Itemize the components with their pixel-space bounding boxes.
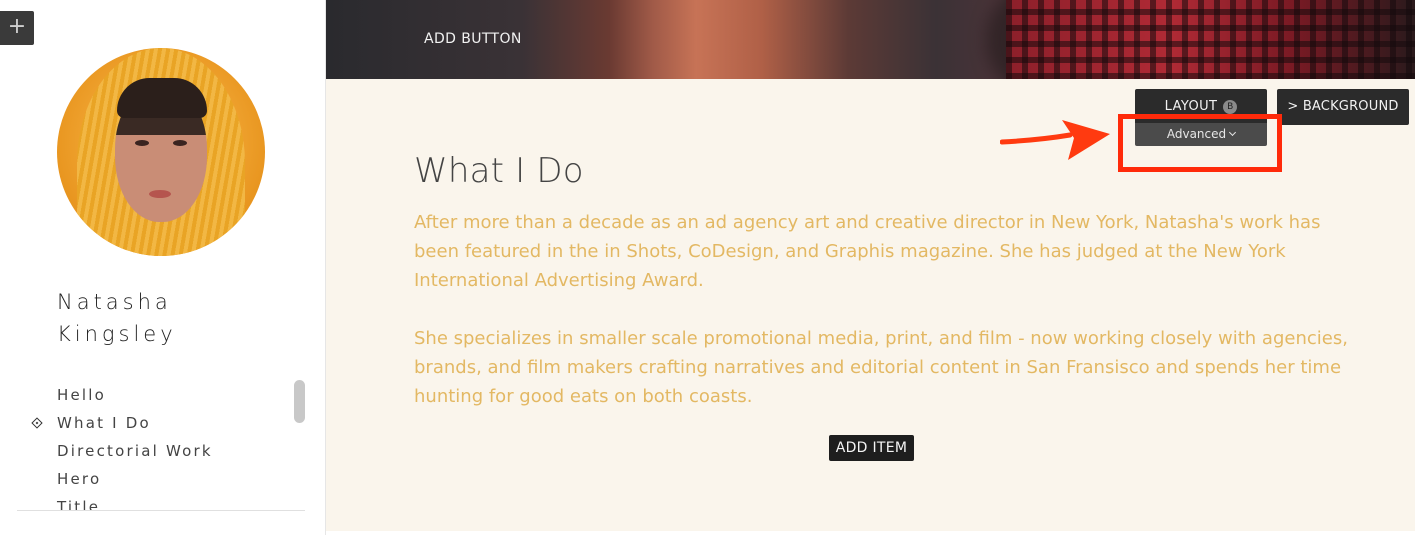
add-item-button[interactable]: ADD ITEM [829, 435, 914, 461]
avatar-lips [149, 190, 171, 198]
sidebar-item-directorial-work[interactable]: Directorial Work [57, 438, 287, 466]
sidebar-divider [17, 510, 305, 511]
sidebar-item-hero[interactable]: Hero [57, 466, 287, 494]
main-content: ADD BUTTON LAYOUT B Advanced > BACKGROUND… [326, 0, 1415, 535]
sidebar-item-title[interactable]: Title [57, 494, 287, 510]
section-paragraph-2[interactable]: She specializes in smaller scale promoti… [414, 324, 1354, 411]
active-diamond-icon [31, 417, 43, 429]
sidebar-item-label: Hello [57, 386, 107, 404]
layout-button-label: LAYOUT [1164, 99, 1218, 114]
sidebar-nav: Hello What I Do Directorial Work Hero Ti… [31, 382, 287, 510]
section-title[interactable]: What I Do [414, 151, 584, 191]
background-button[interactable]: > BACKGROUND [1277, 89, 1409, 125]
section-paragraph-1[interactable]: After more than a decade as an ad agency… [414, 208, 1354, 295]
annotation-highlight-box [1118, 114, 1282, 172]
sidebar-item-hello[interactable]: Hello [57, 382, 287, 410]
sidebar-scrollbar[interactable] [294, 380, 305, 423]
avatar-eye-right [173, 140, 187, 146]
sidebar-item-label: What I Do [57, 414, 151, 432]
sidebar-item-label: Title [57, 498, 101, 510]
sidebar-item-what-i-do[interactable]: What I Do [31, 410, 287, 438]
plus-icon: + [7, 14, 27, 39]
site-name-line2: Kingsley [57, 322, 177, 346]
add-button-link[interactable]: ADD BUTTON [424, 31, 522, 47]
sidebar-item-label: Hero [57, 470, 102, 488]
annotation-arrow-icon [1000, 120, 1110, 160]
sidebar-nav-viewport: Hello What I Do Directorial Work Hero Ti… [0, 380, 326, 510]
page-root: + Natasha Kingsley Hello What I Do Direc… [0, 0, 1415, 535]
sidebar-item-label: Directorial Work [57, 442, 213, 460]
hero-banner: ADD BUTTON [326, 0, 1415, 79]
site-name[interactable]: Natasha Kingsley [57, 286, 307, 350]
sidebar: + Natasha Kingsley Hello What I Do Direc… [0, 0, 326, 535]
layout-badge: B [1223, 100, 1238, 114]
avatar [57, 48, 265, 256]
bottom-edge [326, 531, 1415, 535]
add-section-button[interactable]: + [0, 11, 34, 45]
hero-image-plaid [1006, 0, 1415, 79]
avatar-eye-left [135, 140, 149, 146]
site-name-line1: Natasha [57, 290, 172, 314]
avatar-hair [117, 78, 207, 118]
